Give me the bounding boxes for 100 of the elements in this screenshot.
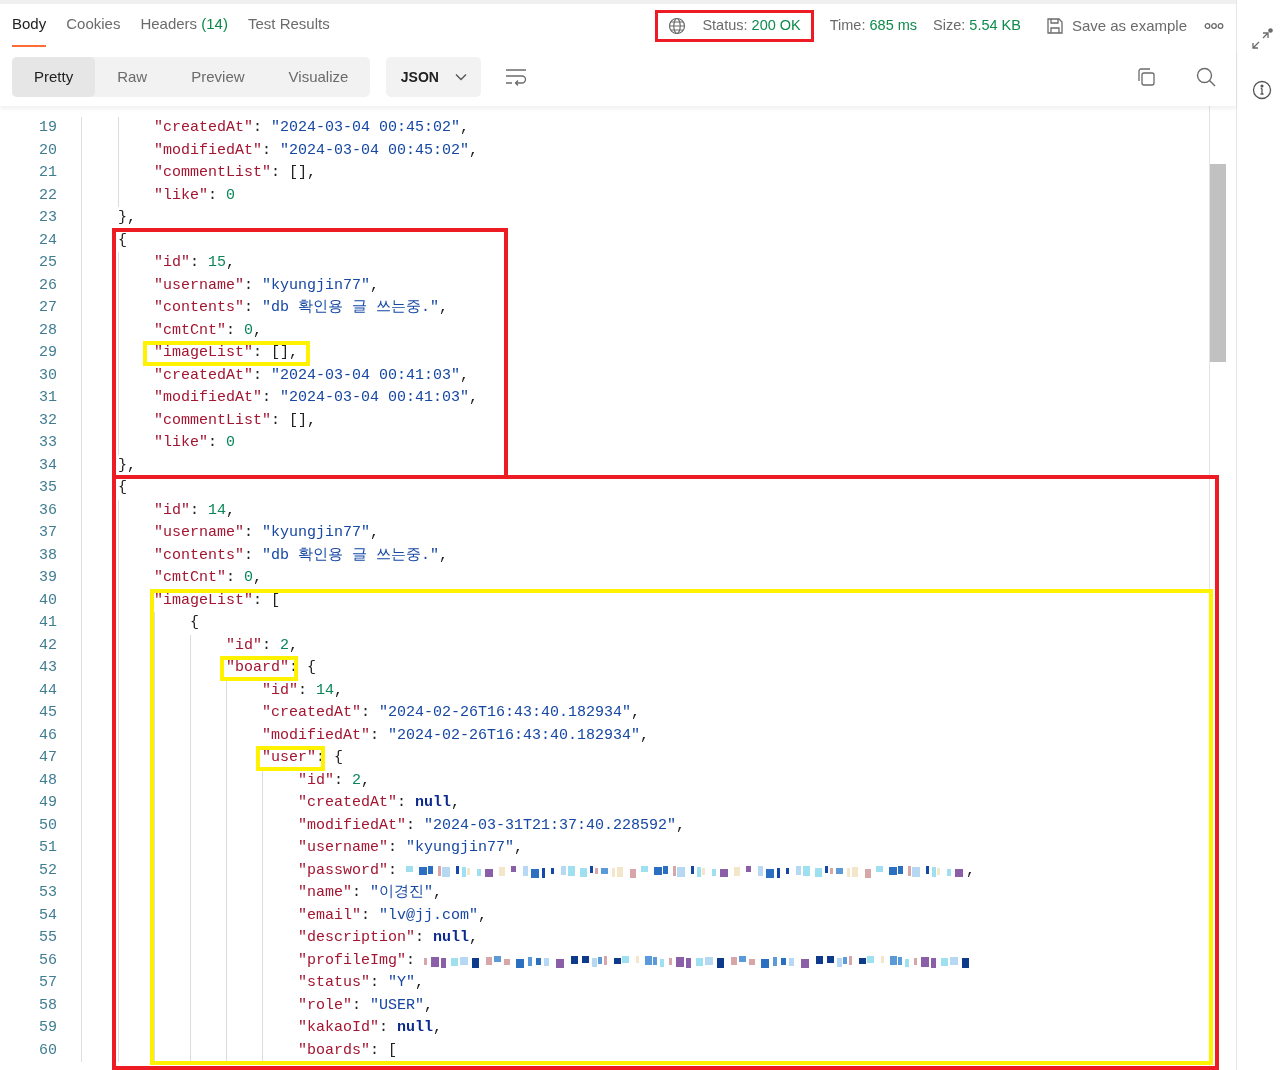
line-number: 54 [38,905,57,926]
response-size: Size: 5.54 KB [933,16,1021,36]
code-line: "status": "Y", [298,973,425,993]
response-tab[interactable]: Headers (14) [140,5,228,47]
line-number: 42 [38,635,57,656]
globe-icon[interactable] [668,17,687,35]
response-tab[interactable]: Body [12,5,47,47]
code-line: "email": "lv@jj.com", [298,905,488,926]
info-icon[interactable] [1251,80,1272,100]
code-line: "imageList": [], [154,343,299,363]
line-number: 41 [38,613,57,633]
copy-icon[interactable] [1136,67,1156,87]
line-number: 37 [38,523,57,543]
line-number: 20 [38,140,57,161]
code-line: "modifiedAt": "2024-03-04 00:45:02", [154,140,479,161]
code-line: "kakaoId": null, [298,1018,443,1038]
code-line: { [118,478,127,498]
code-line: "board": { [226,658,317,678]
line-number: 52 [38,860,57,881]
code-line: "imageList": [ [154,590,281,611]
line-number: 24 [38,230,57,251]
code-line: "cmtCnt": 0, [154,568,263,588]
code-line: { [118,230,127,251]
line-number: 50 [38,815,57,836]
code-line: "contents": "db 확인용 글 쓰는중.", [154,545,449,566]
code-line: "username": "kyungjin77", [154,523,380,543]
code-line: "like": 0 [154,185,236,206]
code-line: "modifiedAt": "2024-03-31T21:37:40.228592", [298,815,686,836]
line-number: 19 [38,118,57,138]
collapse-arrows-icon[interactable] [1250,28,1273,50]
code-line: "contents": "db 확인용 글 쓰는중.", [154,298,449,318]
view-mode-tab[interactable]: Raw [95,57,170,97]
code-line: "boards": [ [298,1040,398,1061]
code-line: "id": 14, [154,500,236,521]
line-number: 47 [38,748,57,768]
code-line: "id": 2, [226,635,299,656]
line-number: 46 [38,725,57,746]
code-line: "createdAt": "2024-03-04 00:45:02", [154,118,470,138]
line-number: 43 [38,658,57,678]
response-time: Time: 685 ms [829,16,918,36]
line-number: 59 [38,1018,57,1038]
more-icon[interactable] [1204,22,1224,30]
format-dropdown[interactable]: JSON [386,57,482,97]
code-line: "profileImg": [298,950,417,971]
line-number: 30 [38,365,57,386]
code-line: "createdAt": null, [298,793,461,813]
code-line: "modifiedAt": "2024-03-04 00:41:03", [154,388,479,408]
code-line: "username": "kyungjin77", [154,275,380,296]
line-number: 49 [38,793,57,813]
code-line: "cmtCnt": 0, [154,320,263,341]
line-number: 55 [38,928,57,948]
code-line: "password": [298,860,399,881]
view-mode-tab[interactable]: Preview [169,57,267,97]
code-line: "description": null, [298,928,479,948]
status-text: Status: 200 OK [702,16,801,36]
line-number: 44 [38,680,57,701]
code-line: "createdAt": "2024-02-26T16:43:40.182934", [262,703,641,723]
line-number: 27 [38,298,57,318]
line-number: 22 [38,185,57,206]
line-number: 56 [38,950,57,971]
code-line: "commentList": [], [154,410,317,431]
line-number: 28 [38,320,57,341]
line-number: 26 [38,275,57,296]
line-number: 39 [38,568,57,588]
wrap-lines-icon[interactable] [505,68,528,86]
line-number: 32 [38,410,57,431]
line-number: 60 [38,1040,57,1061]
line-number: 36 [38,500,57,521]
search-icon[interactable] [1196,67,1216,87]
line-number: 21 [38,163,57,183]
code-line: "id": 14, [262,680,344,701]
line-number: 25 [38,253,57,273]
response-tab[interactable]: Cookies [66,5,121,47]
line-number: 23 [38,208,57,228]
line-number: 48 [38,770,57,791]
code-line: "role": "USER", [298,995,434,1016]
scrollbar-thumb[interactable] [1210,164,1226,362]
code-line: { [190,613,199,633]
line-number: 57 [38,973,57,993]
view-mode-tab[interactable]: Pretty [12,57,96,97]
view-mode-tab[interactable]: Visualize [266,57,371,97]
code-line: }, [118,455,136,476]
code-line: "id": 2, [298,770,371,791]
save-example-button[interactable]: Save as example [1044,13,1188,39]
line-number: 53 [38,883,57,903]
line-number: 34 [38,455,57,476]
caret-icon [454,73,467,81]
code-line: "id": 15, [154,253,236,273]
line-number: 29 [38,343,57,363]
code-line: , [966,860,976,881]
code-line: "modifiedAt": "2024-02-26T16:43:40.182934", [262,725,650,746]
code-line: "like": 0 [154,433,236,453]
code-line: "user": { [262,748,344,768]
response-tab[interactable]: Test Results [247,5,330,47]
line-number: 45 [38,703,57,723]
line-number: 58 [38,995,57,1016]
code-line: "commentList": [], [154,163,317,183]
line-number: 33 [38,433,57,453]
code-line: "username": "kyungjin77", [298,838,524,858]
line-number: 51 [38,838,57,858]
